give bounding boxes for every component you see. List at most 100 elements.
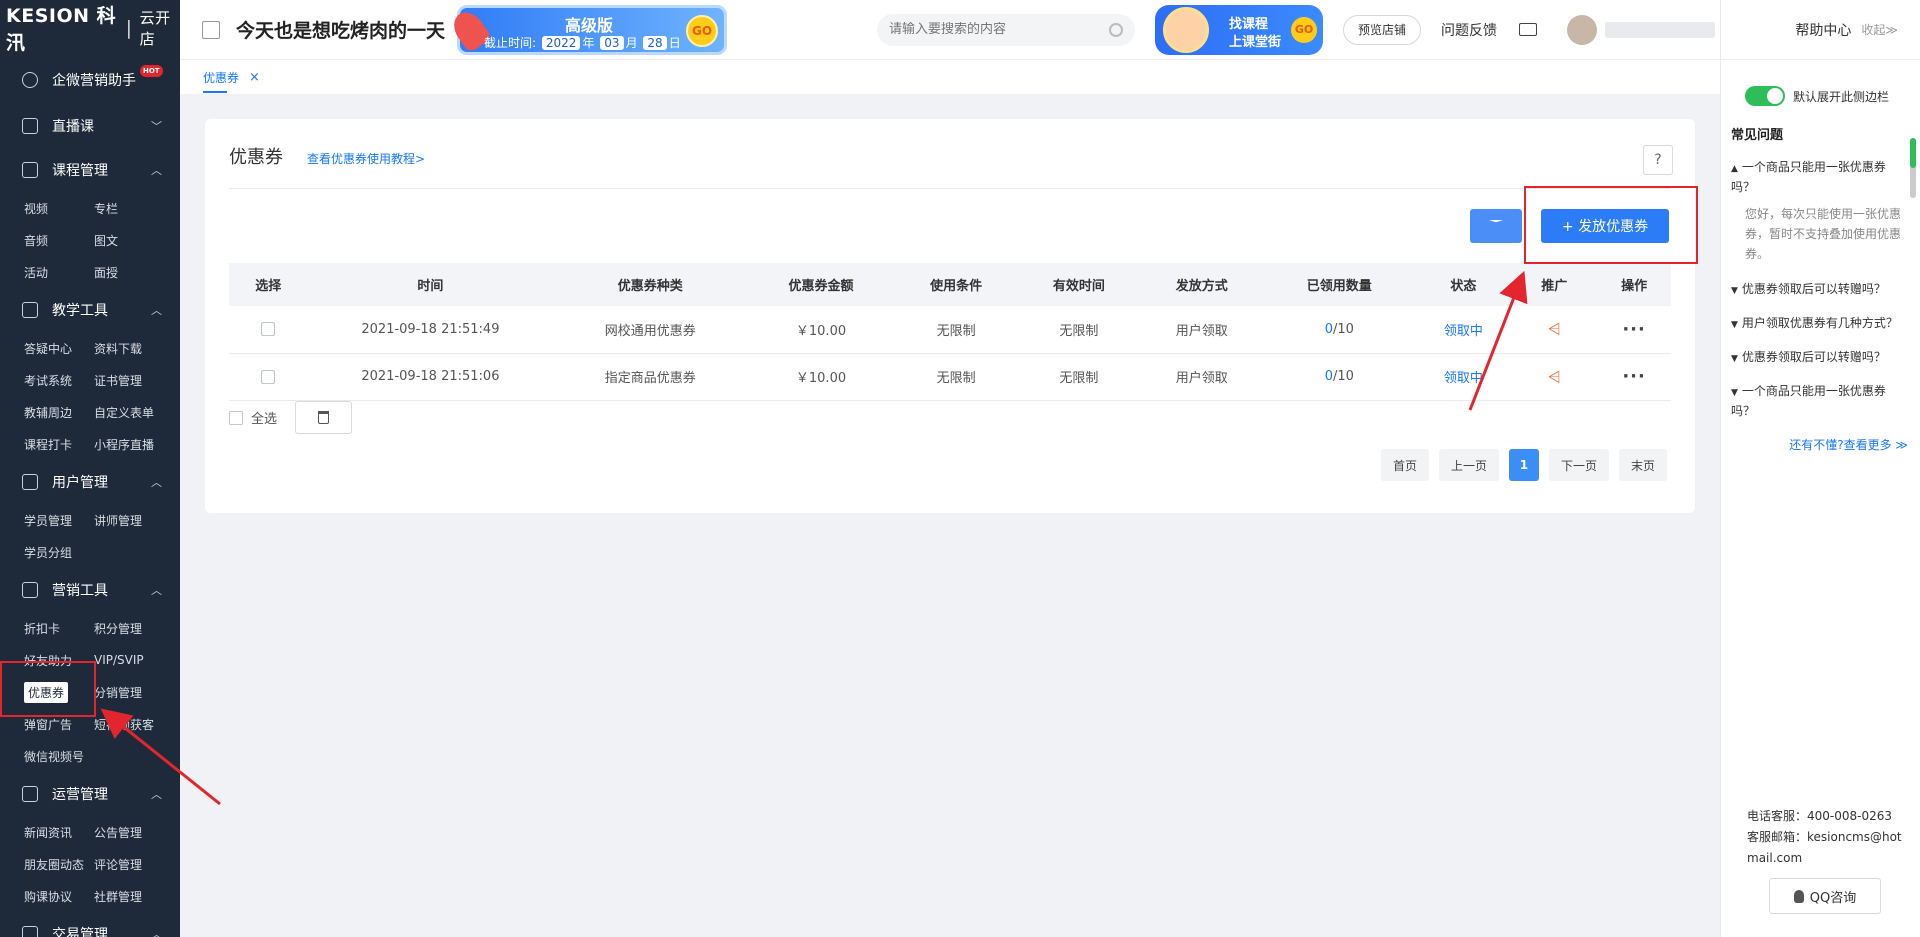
column-header: 发放方式 bbox=[1140, 263, 1264, 306]
faq-question[interactable]: ▼ 用户领取优惠券有几种方式？ bbox=[1731, 314, 1903, 334]
sidebar-group-course[interactable]: 课程管理 ︿ bbox=[0, 148, 180, 192]
feedback-link[interactable]: 问题反馈 bbox=[1441, 20, 1497, 40]
sidebar-item[interactable]: VIP/SVIP bbox=[94, 644, 174, 676]
sidebar-item[interactable]: 考试系统 bbox=[24, 364, 94, 396]
sidebar-group-live[interactable]: 直播课 ﹀ bbox=[0, 104, 180, 148]
sidebar: KESION 科汛 | 云开店 企微营销助手 HOT 直播课 ﹀ 课程管理 ︿ 视频 专栏… bbox=[0, 0, 180, 937]
page-current[interactable]: 1 bbox=[1508, 449, 1539, 481]
page-first[interactable]: 首页 bbox=[1380, 449, 1429, 481]
sidebar-item[interactable]: 面授 bbox=[94, 256, 174, 288]
sidebar-item[interactable]: 新闻资讯 bbox=[24, 816, 94, 848]
brand-logo[interactable]: KESION 科汛 | 云开店 bbox=[0, 0, 180, 56]
sidebar-item[interactable]: 学员管理 bbox=[24, 504, 94, 536]
select-all-checkbox[interactable] bbox=[229, 410, 243, 425]
sidebar-item[interactable]: 分销管理 bbox=[94, 676, 174, 708]
user-name-blurred[interactable] bbox=[1605, 21, 1716, 38]
sidebar-item[interactable]: 积分管理 bbox=[94, 612, 174, 644]
sidebar-item[interactable]: 微信视频号 bbox=[24, 740, 94, 772]
collapse-panel-button[interactable]: 收起≫ bbox=[1861, 21, 1898, 38]
row-checkbox[interactable] bbox=[261, 369, 276, 384]
sidebar-item[interactable]: 社群管理 bbox=[94, 880, 174, 912]
share-icon[interactable]: ⩤ bbox=[1548, 367, 1561, 386]
row-checkbox[interactable] bbox=[261, 322, 276, 337]
faq-question[interactable]: ▲ 一个商品只能用一张优惠券吗？ bbox=[1731, 158, 1903, 196]
sidebar-item[interactable]: 朋友圈动态 bbox=[24, 848, 94, 880]
sidebar-group-users[interactable]: 用户管理 ︿ bbox=[0, 460, 180, 504]
sidebar-item[interactable]: 教辅周边 bbox=[24, 396, 94, 428]
sidebar-item[interactable]: 自定义表单 bbox=[94, 396, 174, 428]
sidebar-item-wecom[interactable]: 企微营销助手 HOT bbox=[0, 56, 180, 104]
sidebar-submenu: 答疑中心 资料下载 考试系统 证书管理 教辅周边 自定义表单 课程打卡 小程序直播 bbox=[0, 332, 180, 460]
sidebar-item-label: 短视频获客 bbox=[94, 717, 155, 732]
faq-question[interactable]: ▼ 优惠券领取后可以转赠吗？ bbox=[1731, 348, 1903, 368]
sidebar-item[interactable]: 讲师管理 bbox=[94, 504, 174, 536]
sidebar-toggle-icon[interactable] bbox=[202, 20, 220, 39]
search-box[interactable] bbox=[877, 13, 1136, 46]
sidebar-item[interactable]: 购课协议 bbox=[24, 880, 94, 912]
search-icon[interactable] bbox=[1109, 22, 1124, 37]
faq-title: 常见问题 bbox=[1731, 128, 1784, 143]
version-banner[interactable]: 高级版 截止时间: 2022 年 03 月 28 日 GO bbox=[447, 4, 728, 55]
panel-scrollbar[interactable] bbox=[1910, 138, 1916, 198]
more-icon[interactable]: ··· bbox=[1622, 319, 1646, 340]
sidebar-group-teaching[interactable]: 教学工具 ︿ bbox=[0, 288, 180, 332]
used-count[interactable]: 0 bbox=[1325, 369, 1333, 384]
page-next[interactable]: 下一页 bbox=[1548, 449, 1609, 481]
cell-promote: ⩤ bbox=[1511, 353, 1598, 401]
cell-validity: 无限制 bbox=[1017, 353, 1141, 401]
select-all-label[interactable]: 全选 bbox=[251, 408, 277, 427]
search-input[interactable] bbox=[889, 22, 1110, 37]
sidebar-item[interactable]: 课程打卡 bbox=[24, 428, 94, 460]
delete-button[interactable] bbox=[295, 401, 353, 434]
filter-button[interactable] bbox=[1470, 209, 1522, 243]
default-expand-toggle[interactable] bbox=[1745, 86, 1785, 106]
sidebar-item[interactable]: 小程序直播 bbox=[94, 428, 174, 460]
help-button[interactable]: ? bbox=[1643, 145, 1673, 175]
used-count[interactable]: 0 bbox=[1325, 322, 1333, 337]
sidebar-item[interactable]: 视频 bbox=[24, 192, 94, 224]
sidebar-item[interactable]: 活动 bbox=[24, 256, 94, 288]
cell-used: 0/10 bbox=[1263, 353, 1416, 401]
sidebar-group-marketing[interactable]: 营销工具 ︿ bbox=[0, 568, 180, 612]
sidebar-item[interactable]: 评论管理 bbox=[94, 848, 174, 880]
column-header: 推广 bbox=[1511, 263, 1598, 306]
faq-question[interactable]: ▼ 优惠券领取后可以转赠吗？ bbox=[1731, 280, 1903, 300]
teaching-icon bbox=[22, 302, 38, 318]
sidebar-item[interactable]: 短视频获客 bbox=[94, 708, 174, 740]
close-icon[interactable]: × bbox=[249, 70, 260, 85]
sidebar-item[interactable]: 证书管理 bbox=[94, 364, 174, 396]
sidebar-submenu: 新闻资讯 公告管理 朋友圈动态 评论管理 购课协议 社群管理 bbox=[0, 816, 180, 912]
preview-store-button[interactable]: 预览店铺 bbox=[1343, 14, 1422, 45]
sidebar-item-label: 讲师管理 bbox=[94, 513, 143, 528]
mail-icon[interactable] bbox=[1519, 23, 1538, 36]
course-street-banner[interactable]: 找课程 上课堂街 GO bbox=[1155, 4, 1324, 55]
sidebar-item[interactable]: 公告管理 bbox=[94, 816, 174, 848]
status-badge: 领取中 bbox=[1443, 323, 1483, 339]
course-go-button[interactable]: GO bbox=[1291, 16, 1318, 43]
sidebar-item[interactable]: 学员分组 bbox=[24, 536, 94, 568]
sidebar-item[interactable]: 折扣卡 bbox=[24, 612, 94, 644]
table-row: 2021-09-18 21:51:06 指定商品优惠券 ￥10.00 无限制 无限制 用户… bbox=[229, 353, 1671, 401]
tutorial-link[interactable]: 查看优惠券使用教程> bbox=[307, 150, 425, 167]
tab-coupon[interactable]: 优惠券 × bbox=[203, 69, 260, 93]
sidebar-item-label: 专栏 bbox=[94, 201, 119, 216]
avatar[interactable] bbox=[1567, 14, 1598, 45]
faq-question[interactable]: ▼ 一个商品只能用一张优惠券吗？ bbox=[1731, 382, 1903, 420]
sidebar-item[interactable]: 音频 bbox=[24, 224, 94, 256]
sidebar-item[interactable]: 答疑中心 bbox=[24, 332, 94, 364]
page-prev[interactable]: 上一页 bbox=[1438, 449, 1499, 481]
column-header: 已领用数量 bbox=[1263, 263, 1416, 306]
sidebar-item[interactable]: 专栏 bbox=[94, 192, 174, 224]
version-go-button[interactable]: GO bbox=[686, 14, 719, 47]
share-icon[interactable]: ⩤ bbox=[1548, 319, 1561, 338]
total-count: /10 bbox=[1332, 369, 1354, 384]
sidebar-item[interactable]: 资料下载 bbox=[94, 332, 174, 364]
sidebar-group-operations[interactable]: 运营管理 ︿ bbox=[0, 772, 180, 816]
qq-consult-button[interactable]: QQ咨询 bbox=[1769, 878, 1881, 914]
page-last[interactable]: 末页 bbox=[1618, 449, 1667, 481]
sidebar-group-trade[interactable]: 交易管理 ︿ bbox=[0, 912, 180, 937]
sidebar-item[interactable]: 图文 bbox=[94, 224, 174, 256]
sidebar-item-label: 朋友圈动态 bbox=[24, 857, 85, 872]
more-faq-link[interactable]: 还有不懂?查看更多 ≫ bbox=[1789, 436, 1908, 453]
more-icon[interactable]: ··· bbox=[1622, 366, 1646, 387]
